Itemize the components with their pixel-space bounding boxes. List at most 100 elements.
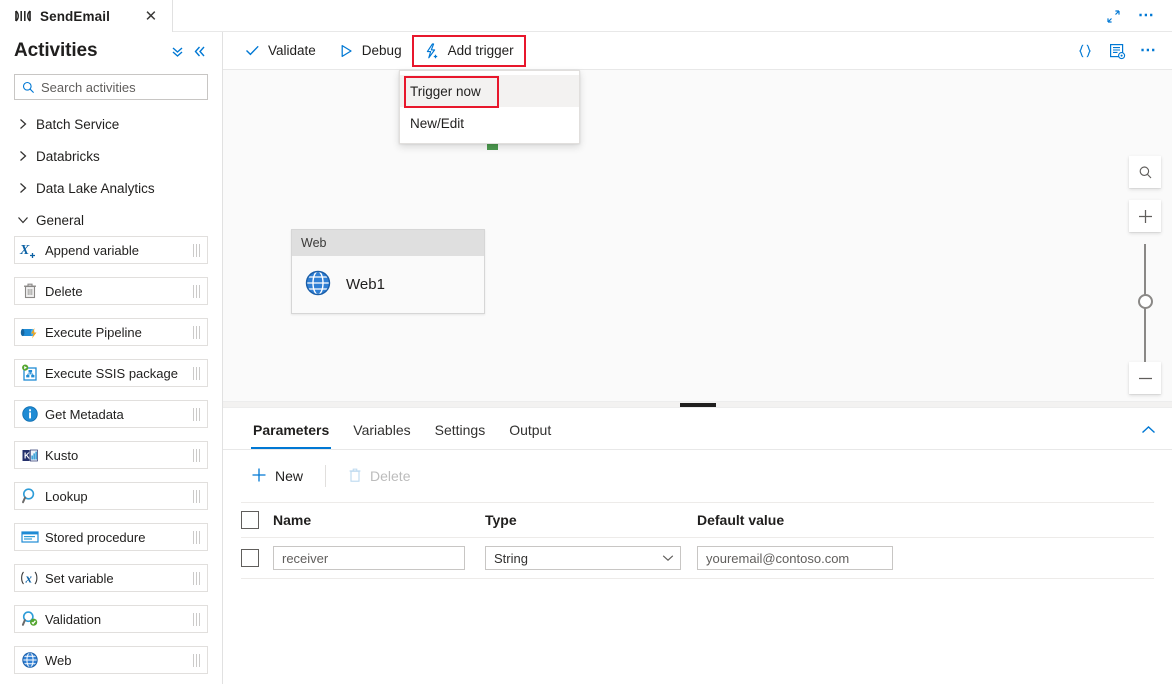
tab-label: Variables — [353, 422, 411, 438]
tab-strip: SendEmail ✕ ⋯ — [0, 0, 1172, 32]
debug-button[interactable]: Debug — [327, 36, 413, 66]
tab-parameters[interactable]: Parameters — [241, 422, 341, 449]
drag-handle-icon[interactable] — [185, 530, 207, 544]
tree-group-databricks[interactable]: Databricks — [0, 140, 222, 172]
code-braces-icon[interactable] — [1070, 37, 1100, 65]
double-chevron-left-icon[interactable] — [188, 40, 210, 62]
parameter-type-select[interactable]: String — [485, 546, 681, 570]
execute-pipeline-icon — [15, 323, 45, 341]
activity-item-kusto[interactable]: K Kusto — [14, 441, 208, 469]
zoom-slider[interactable] — [1129, 244, 1161, 362]
plus-icon — [251, 467, 267, 486]
row-checkbox[interactable] — [241, 549, 259, 567]
activity-item-execute-ssis-package[interactable]: Execute SSIS package — [14, 359, 208, 387]
drag-handle-icon[interactable] — [185, 284, 207, 298]
drag-handle-icon[interactable] — [185, 325, 207, 339]
tab-close-icon[interactable]: ✕ — [140, 5, 162, 27]
pipeline-activity-node-web1[interactable]: Web Web1 — [291, 229, 485, 314]
activity-item-stored-procedure[interactable]: Stored procedure — [14, 523, 208, 551]
lookup-magnifier-icon — [15, 487, 45, 505]
activity-list: X Append variable Delete Execute Pipelin… — [0, 236, 222, 674]
chevron-right-icon — [14, 115, 32, 133]
delete-parameter-button[interactable]: Delete — [338, 461, 420, 491]
menu-item-label: New/Edit — [410, 115, 465, 131]
pipeline-icon — [14, 9, 32, 23]
page-title: Activities — [14, 40, 98, 61]
node-body: Web1 — [292, 256, 484, 313]
activity-item-get-metadata[interactable]: Get Metadata — [14, 400, 208, 428]
cell-default-value: youremail@contoso.com — [697, 546, 1154, 570]
delete-trash-icon — [348, 467, 362, 486]
activity-label: Execute Pipeline — [45, 324, 142, 340]
node-type-label: Web — [292, 230, 484, 256]
menu-item-label: Trigger now — [410, 83, 481, 99]
activities-tree: Batch Service Databricks Data Lake Analy… — [0, 108, 222, 236]
activity-item-execute-pipeline[interactable]: Execute Pipeline — [14, 318, 208, 346]
expand-diagonal-icon[interactable] — [1098, 2, 1128, 30]
activity-item-append-variable[interactable]: X Append variable — [14, 236, 208, 264]
double-chevron-down-icon[interactable] — [166, 40, 188, 62]
select-all-checkbox[interactable] — [241, 511, 259, 529]
activities-panel: Activities Search activities Batch Servi… — [0, 32, 223, 684]
tab-variables[interactable]: Variables — [341, 422, 422, 449]
search-input[interactable] — [41, 75, 221, 99]
activity-item-web[interactable]: Web — [14, 646, 208, 674]
tab-settings[interactable]: Settings — [423, 422, 498, 449]
zoom-slider-thumb[interactable] — [1138, 294, 1153, 309]
add-trigger-button[interactable]: Add trigger — [411, 34, 526, 67]
drag-handle-icon[interactable] — [185, 489, 207, 503]
get-metadata-info-icon — [15, 405, 45, 423]
validate-button[interactable]: Validate — [233, 36, 327, 66]
column-header-type: Type — [485, 512, 517, 528]
drag-handle-icon[interactable] — [185, 243, 207, 257]
activity-item-validation[interactable]: Validation — [14, 605, 208, 633]
command-bar-right: ⋯ — [1070, 32, 1164, 70]
new-label: New — [275, 468, 304, 484]
search-container — [0, 70, 222, 100]
drag-handle-icon[interactable] — [185, 653, 207, 667]
activity-label: Web — [45, 652, 72, 668]
zoom-out-minus-icon[interactable] — [1129, 362, 1161, 394]
parameter-name-input[interactable]: receiver — [273, 546, 465, 570]
tab-output[interactable]: Output — [497, 422, 563, 449]
drag-handle-icon[interactable] — [185, 612, 207, 626]
drag-handle-icon[interactable] — [185, 366, 207, 380]
activity-item-lookup[interactable]: Lookup — [14, 482, 208, 510]
table-row[interactable]: receiver String youremail@contoso.com — [241, 538, 1154, 579]
drag-handle-icon[interactable] — [185, 407, 207, 421]
chevron-up-icon[interactable] — [1134, 417, 1162, 443]
execute-ssis-package-icon — [15, 364, 45, 382]
splitter-grab-handle[interactable] — [679, 403, 716, 407]
parameters-table: Name Type Default value receiver String — [223, 502, 1172, 579]
cell-name: receiver — [273, 546, 485, 570]
pipeline-tab-sendemail[interactable]: SendEmail ✕ — [0, 0, 173, 32]
tree-group-general[interactable]: General — [0, 204, 222, 236]
activity-label: Validation — [45, 611, 102, 627]
drag-handle-icon[interactable] — [185, 448, 207, 462]
append-variable-icon: X — [15, 241, 45, 259]
tree-group-batch-service[interactable]: Batch Service — [0, 108, 222, 140]
drag-handle-icon[interactable] — [185, 571, 207, 585]
activity-item-set-variable[interactable]: x Set variable — [14, 564, 208, 592]
tree-group-label: Data Lake Analytics — [36, 180, 155, 196]
tree-group-data-lake-analytics[interactable]: Data Lake Analytics — [0, 172, 222, 204]
zoom-search-icon[interactable] — [1129, 156, 1161, 188]
add-trigger-menu: Trigger now New/Edit — [399, 70, 580, 144]
menu-item-new-edit[interactable]: New/Edit — [400, 107, 579, 139]
pipeline-canvas[interactable]: Web Web1 — [223, 70, 1172, 401]
chevron-down-icon — [14, 211, 32, 229]
activity-label: Kusto — [45, 447, 79, 463]
validation-icon — [15, 610, 45, 628]
panel-splitter[interactable] — [223, 401, 1172, 408]
more-horizontal-icon[interactable]: ⋯ — [1134, 37, 1164, 65]
parameter-default-value-input[interactable]: youremail@contoso.com — [697, 546, 893, 570]
more-horizontal-icon[interactable]: ⋯ — [1132, 2, 1162, 30]
activity-item-delete[interactable]: Delete — [14, 277, 208, 305]
search-box[interactable] — [14, 74, 221, 100]
properties-gear-icon[interactable] — [1102, 37, 1132, 65]
new-parameter-button[interactable]: New — [241, 461, 313, 491]
menu-item-trigger-now[interactable]: Trigger now — [400, 75, 579, 108]
activity-label: Stored procedure — [45, 529, 146, 545]
zoom-in-plus-icon[interactable] — [1129, 200, 1161, 232]
activity-label: Lookup — [45, 488, 88, 504]
